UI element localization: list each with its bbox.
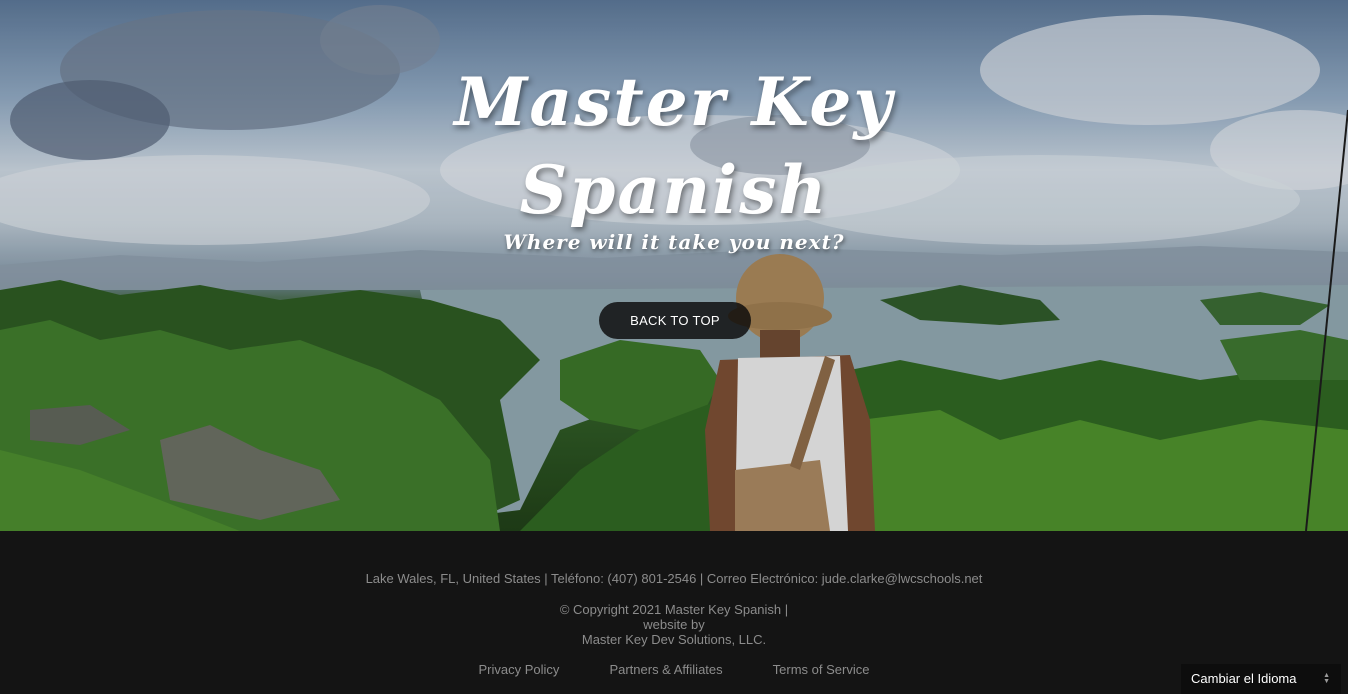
hero-section: Master Key Spanish Where will it take yo… [0, 0, 1348, 531]
copyright: © Copyright 2021 Master Key Spanish | we… [0, 602, 1348, 647]
site-title-line2: Spanish [519, 151, 829, 229]
page: Master Key Spanish Where will it take yo… [0, 0, 1348, 694]
back-to-top-button[interactable]: BACK TO TOP [599, 302, 751, 339]
site-title: Master Key Spanish [0, 58, 1348, 234]
footer: Lake Wales, FL, United States | Teléfono… [0, 531, 1348, 694]
website-by-line: website by [643, 617, 705, 632]
site-subtitle: Where will it take you next? [503, 230, 845, 254]
terms-of-service-link[interactable]: Terms of Service [773, 662, 870, 677]
language-selector[interactable]: Cambiar el Idioma ▲ ▼ [1181, 664, 1341, 694]
copyright-line: © Copyright 2021 Master Key Spanish | [559, 602, 789, 617]
footer-links: Privacy Policy Partners & Affiliates Ter… [0, 662, 1348, 677]
language-selector-label: Cambiar el Idioma [1191, 671, 1297, 686]
partners-affiliates-link[interactable]: Partners & Affiliates [609, 662, 722, 677]
updown-arrows-icon: ▲ ▼ [1323, 672, 1330, 685]
privacy-policy-link[interactable]: Privacy Policy [479, 662, 560, 677]
developer-credit: Master Key Dev Solutions, LLC. [581, 632, 767, 647]
contact-info: Lake Wales, FL, United States | Teléfono… [365, 571, 983, 586]
site-title-line1: Master Key [454, 63, 894, 141]
